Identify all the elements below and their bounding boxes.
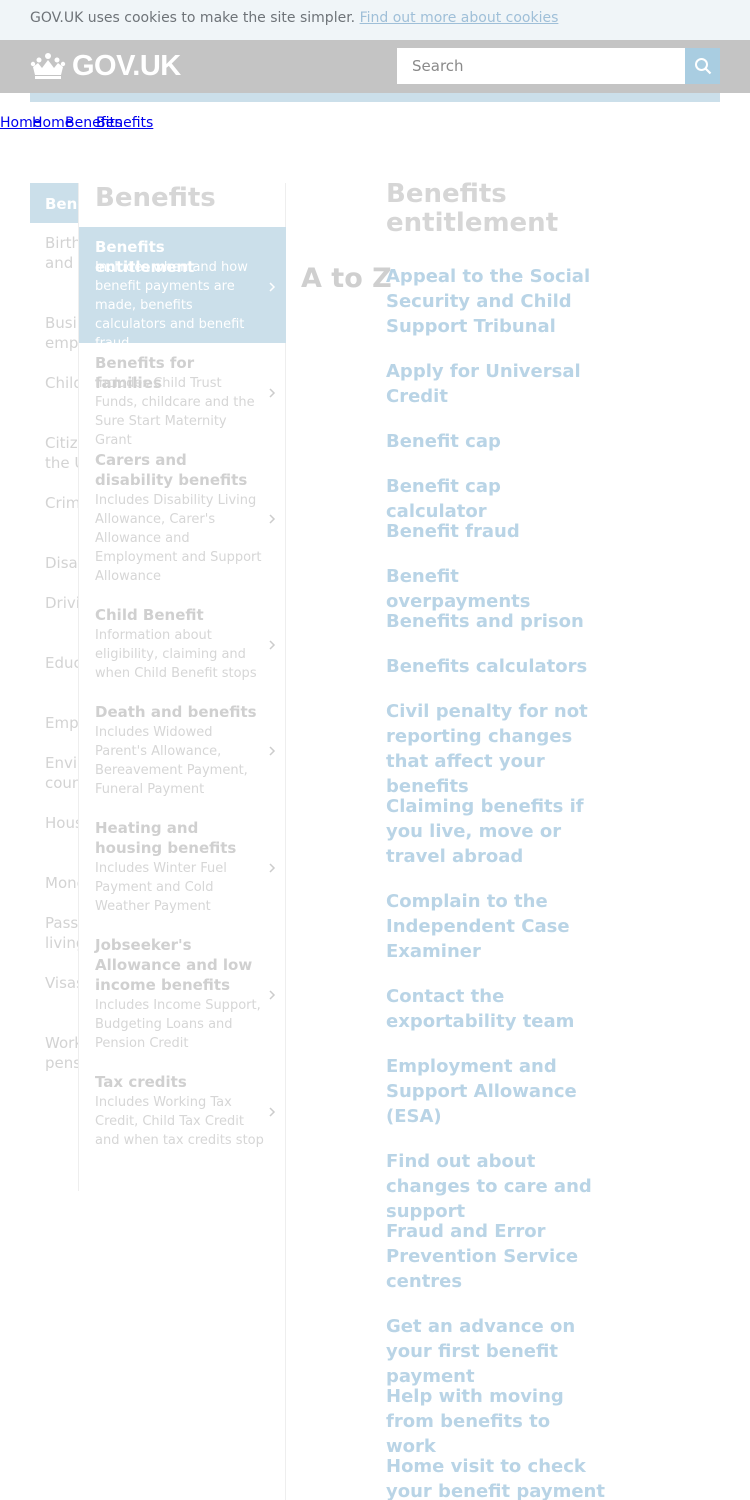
sidebar-item[interactable]: Housing and local services bbox=[45, 813, 80, 833]
chevron-right-icon bbox=[269, 990, 276, 1000]
govuk-logo[interactable]: GOV.UK bbox=[30, 49, 181, 83]
topic-link[interactable]: Get an advance on your first benefit pay… bbox=[386, 1314, 606, 1389]
topic-link[interactable]: Benefits calculators bbox=[386, 654, 606, 679]
subcategory-title: Benefits bbox=[95, 183, 216, 213]
sidebar-item[interactable]: Childcare and parenting bbox=[45, 373, 80, 393]
topic-link[interactable]: Civil penalty for not reporting changes … bbox=[386, 699, 606, 799]
sidebar-item-active[interactable]: Benefits bbox=[30, 183, 80, 223]
chevron-right-icon bbox=[269, 1107, 276, 1117]
sidebar-item[interactable]: Crime, justice and the law bbox=[45, 493, 80, 513]
browse-root-list: Benefits Births, deaths, marriages and c… bbox=[30, 183, 80, 1083]
sidebar-item[interactable]: Visas and immigration bbox=[45, 973, 80, 993]
topic-link[interactable]: Contact the exportability team bbox=[386, 984, 606, 1034]
sidebar-item[interactable]: Citizenship and living in the UK bbox=[45, 433, 80, 473]
chevron-right-icon bbox=[269, 746, 276, 756]
category-tax-credits[interactable]: Tax credits Includes Working Tax Credit,… bbox=[79, 1072, 286, 1152]
sidebar-item[interactable]: Births, deaths, marriages and care bbox=[45, 233, 80, 273]
topic-link[interactable]: Home visit to check your benefit payment bbox=[386, 1454, 606, 1500]
panel-divider bbox=[285, 1191, 286, 1500]
sidebar-item[interactable]: Working, jobs and pensions bbox=[45, 1033, 80, 1073]
category-description: Includes Winter Fuel Payment and Cold We… bbox=[95, 861, 227, 914]
category-title: Carers and disability benefits bbox=[95, 451, 248, 489]
breadcrumb-benefits[interactable]: Benefits bbox=[96, 115, 153, 131]
category-description: Information about eligibility, claiming … bbox=[95, 628, 257, 681]
category-description: Includes when and how benefit payments a… bbox=[95, 260, 248, 351]
topic-link[interactable]: Benefit cap calculator bbox=[386, 474, 606, 524]
category-death-and-benefits[interactable]: Death and benefits Includes Widowed Pare… bbox=[79, 702, 286, 802]
chevron-right-icon bbox=[269, 640, 276, 650]
sidebar-item[interactable]: Business and self-employed bbox=[45, 313, 80, 353]
category-benefits-entitlement[interactable]: Benefits entitlement Includes when and h… bbox=[79, 227, 286, 351]
sidebar-item[interactable]: Employing people bbox=[45, 713, 80, 733]
topic-link[interactable]: Find out about changes to care and suppo… bbox=[386, 1149, 606, 1224]
category-description: Includes Child Trust Funds, childcare an… bbox=[95, 376, 255, 448]
category-description: Includes Income Support, Budgeting Loans… bbox=[95, 998, 261, 1051]
category-description: Includes Working Tax Credit, Child Tax C… bbox=[95, 1095, 264, 1148]
topic-link[interactable]: Benefits and prison bbox=[386, 609, 606, 634]
subcategory-panel: Benefits Benefits entitlement Includes w… bbox=[78, 183, 286, 1191]
sidebar-item[interactable]: Education and learning bbox=[45, 653, 80, 673]
topic-link[interactable]: Apply for Universal Credit bbox=[386, 359, 606, 409]
content-title: Benefits entitlement bbox=[386, 179, 559, 238]
header-stripe bbox=[30, 93, 720, 102]
sidebar-item[interactable]: Environment and countryside bbox=[45, 753, 80, 793]
sidebar-item[interactable]: Passports, travel and living abroad bbox=[45, 913, 80, 953]
topic-link[interactable]: Benefit cap bbox=[386, 429, 606, 454]
breadcrumb: Home Home Benefits Benefits bbox=[0, 115, 160, 133]
crown-icon bbox=[30, 53, 66, 79]
category-child-benefit[interactable]: Child Benefit Information about eligibil… bbox=[79, 605, 286, 685]
category-description: Includes Disability Living Allowance, Ca… bbox=[95, 493, 262, 584]
search-input[interactable] bbox=[397, 48, 685, 84]
topic-link[interactable]: Benefit fraud bbox=[386, 519, 606, 544]
category-description: Includes Widowed Parent's Allowance, Ber… bbox=[95, 725, 248, 797]
sidebar-item[interactable]: Money and tax bbox=[45, 873, 80, 893]
topic-link[interactable]: Fraud and Error Prevention Service centr… bbox=[386, 1219, 606, 1294]
cookie-banner-text: GOV.UK uses cookies to make the site sim… bbox=[30, 10, 558, 26]
chevron-right-icon bbox=[269, 514, 276, 524]
topic-link[interactable]: Employment and Support Allowance (ESA) bbox=[386, 1054, 606, 1129]
category-title: Child Benefit bbox=[95, 606, 204, 624]
cookie-message: GOV.UK uses cookies to make the site sim… bbox=[30, 10, 356, 26]
sidebar-item[interactable]: Driving and transport bbox=[45, 593, 80, 613]
sidebar-item[interactable]: Disabled people bbox=[45, 553, 80, 573]
topic-link[interactable]: Benefit overpayments bbox=[386, 564, 606, 614]
a-to-z-label: A to Z bbox=[301, 263, 392, 294]
topic-link[interactable]: Complain to the Independent Case Examine… bbox=[386, 889, 606, 964]
category-title: Jobseeker's Allowance and low income ben… bbox=[95, 936, 253, 994]
category-title: Heating and housing benefits bbox=[95, 819, 237, 857]
chevron-right-icon bbox=[269, 388, 276, 398]
category-title: Tax credits bbox=[95, 1073, 187, 1091]
logo-text: GOV.UK bbox=[72, 49, 181, 82]
category-carers-and-disability[interactable]: Carers and disability benefits Includes … bbox=[79, 450, 286, 590]
category-jobseekers-allowance[interactable]: Jobseeker's Allowance and low income ben… bbox=[79, 935, 286, 1055]
category-heating-and-housing[interactable]: Heating and housing benefits Includes Wi… bbox=[79, 818, 286, 918]
cookie-info-link[interactable]: Find out more about cookies bbox=[360, 10, 559, 26]
topic-link[interactable]: Claiming benefits if you live, move or t… bbox=[386, 794, 606, 869]
topic-link[interactable]: Help with moving from benefits to work bbox=[386, 1384, 606, 1459]
site-header: GOV.UK bbox=[0, 40, 750, 93]
category-title: Death and benefits bbox=[95, 703, 257, 721]
search-icon bbox=[694, 58, 711, 75]
cookie-banner: GOV.UK uses cookies to make the site sim… bbox=[0, 0, 750, 40]
search-button[interactable] bbox=[685, 48, 720, 84]
chevron-right-icon bbox=[269, 282, 276, 292]
topic-link[interactable]: Appeal to the Social Security and Child … bbox=[386, 264, 606, 339]
category-benefits-for-families[interactable]: Benefits for families Includes Child Tru… bbox=[79, 353, 286, 448]
chevron-right-icon bbox=[269, 863, 276, 873]
